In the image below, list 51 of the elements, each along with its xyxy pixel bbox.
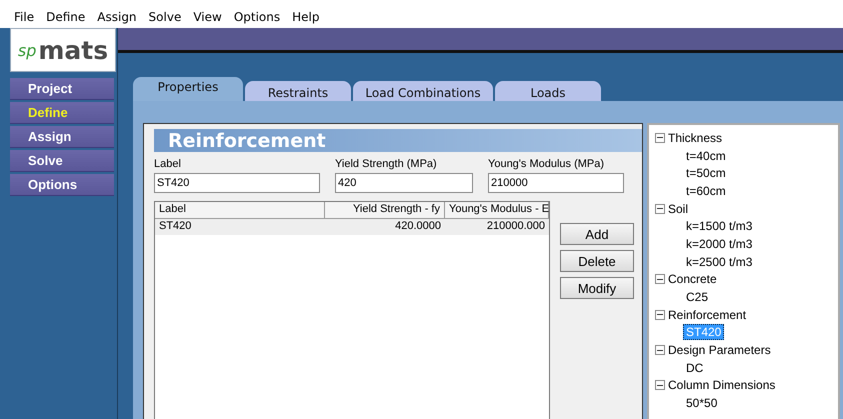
menu-item[interactable]: Assign — [91, 10, 143, 26]
collapse-icon[interactable] — [655, 310, 665, 320]
field-label: Label — [154, 158, 182, 170]
menu-item[interactable]: Options — [228, 10, 286, 26]
collapse-icon[interactable] — [655, 132, 665, 143]
sidebar-item[interactable]: Assign — [10, 126, 114, 148]
tree-item[interactable]: DC — [683, 360, 706, 376]
tree-item[interactable]: Design Parameters — [668, 343, 771, 358]
collapse-icon[interactable] — [655, 274, 665, 284]
menu-item[interactable]: View — [187, 10, 228, 26]
tree-item[interactable]: t=60cm — [683, 182, 729, 199]
tree-item[interactable]: Reinforcement — [668, 308, 746, 322]
tab[interactable]: Loads — [495, 81, 601, 101]
tree-item[interactable]: Concrete — [668, 272, 717, 286]
action-button[interactable]: Add — [560, 223, 634, 245]
tree-item[interactable]: C25 — [683, 289, 712, 306]
action-button[interactable]: Modify — [560, 277, 634, 299]
table-cell-text: 210000.000 — [486, 219, 546, 234]
tree-item[interactable]: k=2000 t/m3 — [683, 236, 756, 252]
tree-item[interactable]: 50*50 — [683, 395, 720, 412]
menu-item[interactable]: Define — [40, 10, 92, 26]
tree-item[interactable]: t=40cm — [683, 148, 729, 164]
menu-item[interactable]: File — [8, 10, 40, 26]
input-field[interactable]: ST420 — [154, 173, 320, 193]
input-field[interactable]: 210000 — [488, 173, 624, 193]
tab[interactable]: Restraints — [245, 81, 351, 101]
sidebar-item[interactable]: Solve — [10, 150, 114, 172]
input-field[interactable]: 420 — [335, 173, 473, 193]
menu-item[interactable]: Solve — [142, 10, 188, 26]
menu-item[interactable]: Help — [286, 10, 326, 26]
tree-item[interactable]: t=50cm — [683, 165, 729, 182]
table-cell-text: 420.0000 — [394, 219, 442, 234]
logo: sp mats — [10, 28, 116, 72]
action-button[interactable]: Delete — [560, 250, 634, 272]
tree-item[interactable]: Thickness — [668, 130, 722, 145]
sidebar-item[interactable]: Define — [10, 102, 114, 124]
sidebar-item[interactable]: Project — [10, 78, 114, 100]
tree-item[interactable]: k=1500 t/m3 — [683, 218, 756, 234]
collapse-icon[interactable] — [655, 380, 665, 390]
tree-item[interactable]: Column Dimensions — [668, 378, 776, 392]
tab[interactable]: Properties — [133, 77, 243, 101]
tree-item[interactable]: Soil — [668, 202, 688, 216]
field-label: Young's Modulus (MPa) — [488, 158, 606, 170]
table-cell-text: ST420 — [158, 219, 192, 234]
collapse-icon[interactable] — [655, 345, 665, 356]
section-title: Reinforcement — [154, 129, 642, 152]
collapse-icon[interactable] — [655, 204, 665, 214]
tree-item[interactable]: k=2500 t/m3 — [683, 254, 756, 270]
tab[interactable]: Load Combinations — [353, 81, 493, 101]
sidebar-item[interactable]: Options — [10, 174, 114, 196]
field-label: Yield Strength (MPa) — [335, 158, 438, 170]
